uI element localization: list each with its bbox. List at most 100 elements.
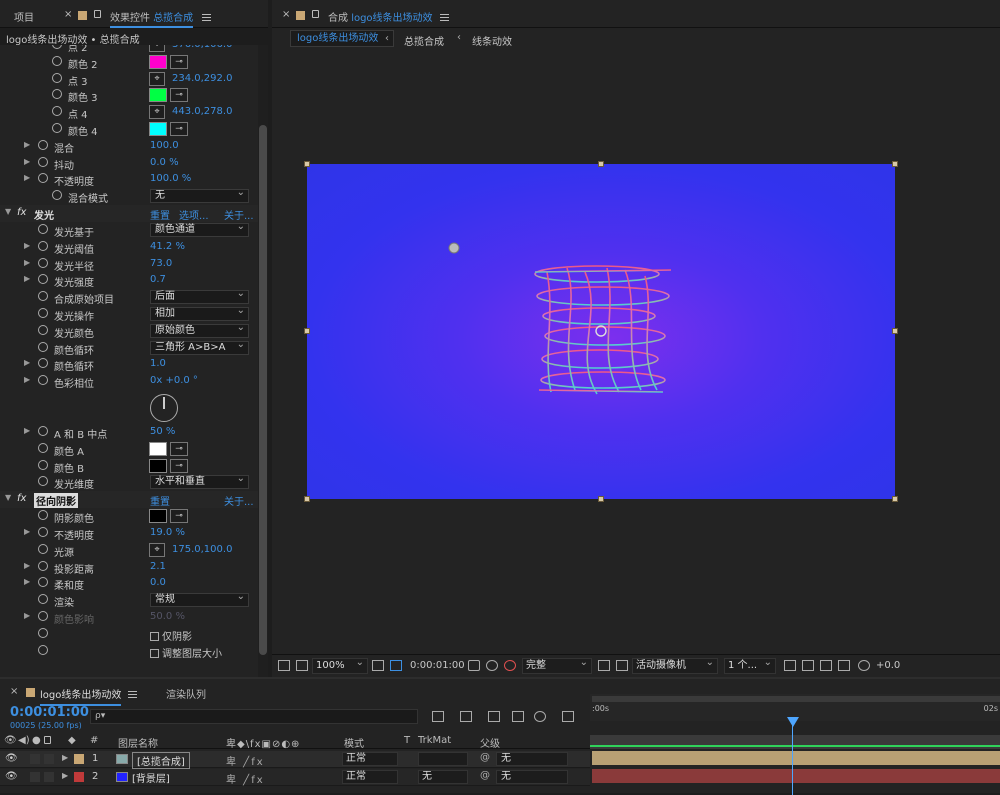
reset-link[interactable]: 重置	[150, 493, 170, 508]
checkbox-icon[interactable]	[150, 649, 159, 659]
close-icon[interactable]: ×	[10, 686, 18, 697]
stopwatch-icon[interactable]	[38, 459, 48, 470]
layer-duration-bar[interactable]	[592, 751, 1000, 765]
mode-select[interactable]: 正常	[342, 770, 398, 784]
stopwatch-icon[interactable]	[38, 577, 48, 588]
crosshair-icon[interactable]: ⌖	[149, 71, 165, 86]
property-select[interactable]: 颜色通道	[150, 221, 249, 237]
stopwatch-icon[interactable]	[38, 224, 48, 234]
stopwatch-icon[interactable]	[38, 560, 48, 571]
pickwhip-icon[interactable]: @	[480, 770, 490, 781]
options-link[interactable]: 选项...	[179, 207, 209, 222]
stopwatch-icon[interactable]	[38, 173, 48, 184]
viewer-timecode[interactable]: 0:00:01:00	[410, 660, 465, 671]
eyedropper-icon[interactable]: ⊸	[170, 122, 188, 136]
checkbox-icon[interactable]	[150, 632, 159, 642]
property-value[interactable]: 19.0 %	[150, 527, 185, 538]
phase-dial[interactable]	[150, 394, 178, 422]
col-mode[interactable]: 模式	[344, 735, 364, 750]
trkmat-select[interactable]	[418, 752, 468, 766]
camera-icon[interactable]	[468, 660, 480, 671]
stopwatch-icon[interactable]	[52, 55, 62, 66]
parent-select[interactable]: 无	[496, 770, 568, 784]
zoom-select[interactable]: 100%	[312, 656, 368, 674]
property-select[interactable]: 无	[150, 187, 249, 204]
color-swatch[interactable]	[149, 458, 167, 473]
fit-icon[interactable]	[372, 660, 384, 671]
close-icon[interactable]: ×	[64, 9, 72, 20]
stopwatch-icon[interactable]	[38, 527, 48, 537]
frame-blending-icon[interactable]	[512, 711, 524, 722]
expand-triangle-icon[interactable]: ▶	[62, 771, 68, 780]
property-value[interactable]: 100.0	[150, 140, 179, 151]
property-select[interactable]: 后面	[150, 288, 249, 305]
exposure-icon[interactable]	[858, 660, 870, 671]
region-icon[interactable]	[390, 660, 402, 671]
expand-triangle-icon[interactable]: ▶	[24, 561, 30, 570]
effect-name[interactable]: 径向阴影	[34, 493, 78, 509]
expand-triangle-icon[interactable]: ▶	[62, 753, 68, 762]
effect-name[interactable]: 发光	[34, 207, 54, 222]
property-value[interactable]: 73.0	[150, 258, 172, 269]
stopwatch-icon[interactable]	[38, 543, 48, 554]
expand-triangle-icon[interactable]: ▶	[24, 157, 30, 166]
playhead[interactable]	[792, 719, 793, 795]
stopwatch-icon[interactable]	[38, 375, 48, 386]
composition-frame[interactable]	[307, 164, 895, 499]
about-link[interactable]: 关于...	[224, 207, 254, 222]
property-value[interactable]: 234.0,292.0	[172, 73, 232, 84]
stopwatch-icon[interactable]	[52, 72, 62, 83]
resize-handle[interactable]	[892, 496, 898, 502]
eye-icon[interactable]: 👁	[5, 771, 18, 782]
tab-timeline[interactable]: logo线条出场动效	[40, 686, 122, 706]
playhead-handle-icon[interactable]	[787, 717, 799, 727]
resize-handle[interactable]	[304, 496, 310, 502]
stopwatch-icon[interactable]	[38, 139, 48, 150]
tab-composition[interactable]: 合成 logo线条出场动效	[328, 9, 433, 24]
stopwatch-icon[interactable]	[38, 594, 48, 605]
property-select[interactable]: 水平和垂直	[150, 473, 249, 490]
solo-box[interactable]	[30, 772, 40, 782]
expand-triangle-icon[interactable]: ▶	[24, 577, 30, 586]
motion-blur-icon[interactable]	[534, 711, 546, 722]
crosshair-icon[interactable]: ⌖	[149, 542, 165, 557]
eyedropper-icon[interactable]: ⊸	[170, 458, 188, 473]
stopwatch-icon[interactable]	[38, 510, 48, 521]
property-value[interactable]: 2.1	[150, 561, 166, 572]
resize-handle[interactable]	[892, 161, 898, 167]
stopwatch-icon[interactable]	[52, 190, 62, 201]
toggle-pixel-aspect-icon[interactable]	[784, 660, 796, 671]
breadcrumb-item[interactable]: 线条动效	[472, 33, 512, 48]
breadcrumb-item[interactable]: 总揽合成	[404, 33, 444, 48]
pickwhip-icon[interactable]: @	[480, 752, 490, 763]
layer-row[interactable]: 👁 ▶ 1 [总揽合成] 卑 ╱fx 正常 @ 无	[0, 751, 590, 769]
property-value[interactable]: 100.0 %	[150, 173, 191, 184]
eyedropper-icon[interactable]: ⊸	[170, 441, 188, 456]
expand-triangle-icon[interactable]: ▶	[24, 258, 30, 267]
panel-menu-icon[interactable]	[128, 689, 137, 700]
color-swatch[interactable]	[149, 54, 167, 69]
property-value[interactable]: 376.0,106.0	[172, 45, 232, 50]
shadow-only-checkbox[interactable]: 仅阴影	[150, 628, 192, 643]
stopwatch-icon[interactable]	[38, 476, 48, 487]
target-region-icon[interactable]	[598, 660, 610, 671]
trkmat-select[interactable]: 无	[418, 770, 468, 784]
crosshair-icon[interactable]: ⌖	[149, 105, 165, 120]
solo-icon[interactable]: ●	[32, 735, 41, 746]
stopwatch-icon[interactable]	[38, 156, 48, 167]
lock-box[interactable]	[44, 754, 54, 764]
views-select[interactable]: 1 个...	[724, 656, 776, 674]
property-select[interactable]: 三角形 A>B>A	[150, 339, 249, 355]
camera-select[interactable]: 活动摄像机	[632, 656, 718, 674]
layer-duration-bar[interactable]	[592, 769, 1000, 783]
color-channel-icon[interactable]	[504, 660, 516, 671]
tab-project[interactable]: 项目	[14, 9, 34, 24]
color-swatch[interactable]	[149, 122, 167, 136]
graph-editor-icon[interactable]	[562, 711, 574, 722]
timeline-icon[interactable]	[820, 660, 832, 671]
stopwatch-icon[interactable]	[52, 106, 62, 117]
stopwatch-icon[interactable]	[38, 611, 48, 621]
tab-render-queue[interactable]: 渲染队列	[166, 686, 206, 701]
close-icon[interactable]: ×	[282, 9, 290, 20]
monitor-icon[interactable]	[296, 660, 308, 671]
